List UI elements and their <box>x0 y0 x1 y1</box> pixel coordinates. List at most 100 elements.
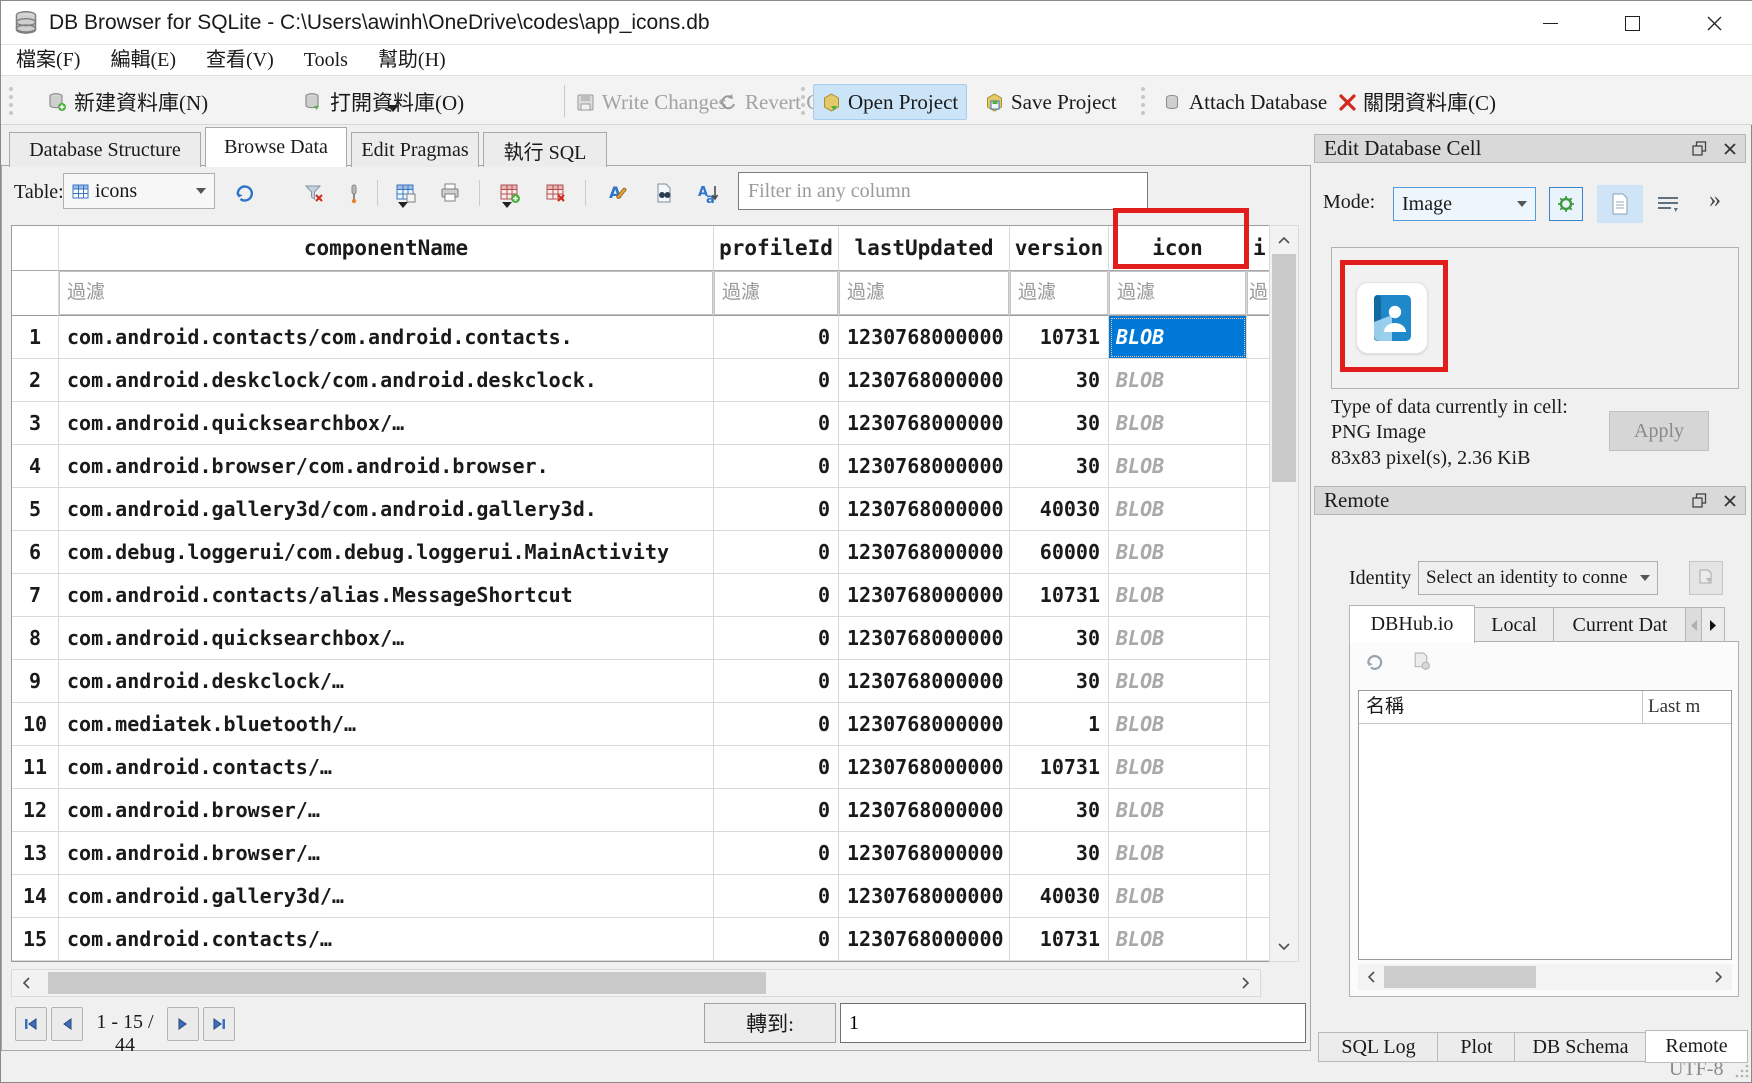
cell-componentName[interactable]: com.android.browser/… <box>59 789 714 832</box>
cell-componentName[interactable]: com.android.quicksearchbox/… <box>59 617 714 660</box>
cell-version[interactable]: 30 <box>1010 789 1109 832</box>
text-mode-button[interactable] <box>1597 185 1643 223</box>
maximize-button[interactable] <box>1601 1 1663 45</box>
toolbar-drag-handle[interactable] <box>9 87 13 115</box>
cell-lastUpdated[interactable]: 1230768000000 <box>839 660 1010 703</box>
clear-filters-button[interactable] <box>299 178 329 208</box>
cell-lastUpdated[interactable]: 1230768000000 <box>839 531 1010 574</box>
close-button[interactable] <box>1683 1 1745 45</box>
cell-lastUpdated[interactable]: 1230768000000 <box>839 746 1010 789</box>
row-number-cell[interactable]: 10 <box>12 703 59 746</box>
cell-partial[interactable] <box>1247 789 1269 832</box>
filter-cell-profileId[interactable]: 過濾 <box>714 271 839 316</box>
cell-version[interactable]: 10731 <box>1010 746 1109 789</box>
cell-lastUpdated[interactable]: 1230768000000 <box>839 918 1010 961</box>
scroll-right-arrow[interactable] <box>1234 970 1258 996</box>
cell-profileId[interactable]: 0 <box>714 402 839 445</box>
cell-icon-blob[interactable]: BLOB <box>1109 832 1247 875</box>
row-number-cell[interactable]: 15 <box>12 918 59 961</box>
cell-version[interactable]: 1 <box>1010 703 1109 746</box>
next-page-button[interactable] <box>167 1007 199 1041</box>
cell-partial[interactable] <box>1247 832 1269 875</box>
cell-icon-blob[interactable]: BLOB <box>1109 703 1247 746</box>
row-number-cell[interactable]: 11 <box>12 746 59 789</box>
scroll-up-arrow[interactable] <box>1270 228 1298 252</box>
cell-componentName[interactable]: com.android.contacts/com.android.contact… <box>59 316 714 359</box>
cell-icon-blob[interactable]: BLOB <box>1109 875 1247 918</box>
cell-profileId[interactable]: 0 <box>714 703 839 746</box>
open-database-dropdown-arrow[interactable] <box>387 112 399 130</box>
mode-combobox[interactable]: Image <box>1393 187 1536 221</box>
cell-profileId[interactable]: 0 <box>714 875 839 918</box>
close-database-button[interactable]: 關閉資料庫(C) <box>1339 87 1496 117</box>
cell-lastUpdated[interactable]: 1230768000000 <box>839 488 1010 531</box>
row-number-cell[interactable]: 13 <box>12 832 59 875</box>
remote-modified-column-header[interactable]: Last m <box>1643 691 1731 723</box>
toolbar-drag-handle[interactable] <box>1141 87 1145 115</box>
menu-edit[interactable]: 編輯(E) <box>95 45 191 76</box>
set-as-default-button[interactable] <box>1549 187 1583 221</box>
tab-database-structure[interactable]: Database Structure <box>9 132 201 167</box>
table-selector-combobox[interactable]: icons <box>63 173 215 209</box>
cell-partial[interactable] <box>1247 660 1269 703</box>
cell-componentName[interactable]: com.android.deskclock/com.android.deskcl… <box>59 359 714 402</box>
filter-cell-icon[interactable]: 過濾 <box>1109 271 1247 316</box>
cell-version[interactable]: 40030 <box>1010 488 1109 531</box>
edit-cell-font-button[interactable]: A <box>603 178 633 208</box>
remote-dock-titlebar[interactable]: Remote <box>1314 486 1746 515</box>
cell-lastUpdated[interactable]: 1230768000000 <box>839 445 1010 488</box>
cell-profileId[interactable]: 0 <box>714 746 839 789</box>
remote-tab-dbhub[interactable]: DBHub.io <box>1349 605 1475 643</box>
cell-profileId[interactable]: 0 <box>714 832 839 875</box>
cell-partial[interactable] <box>1247 445 1269 488</box>
row-number-cell[interactable]: 2 <box>12 359 59 402</box>
filter-cell-version[interactable]: 過濾 <box>1010 271 1109 316</box>
cell-profileId[interactable]: 0 <box>714 445 839 488</box>
grid-horizontal-scrollbar[interactable] <box>11 969 1261 997</box>
remote-name-column-header[interactable]: 名稱 <box>1359 691 1643 723</box>
cell-icon-blob[interactable]: BLOB <box>1109 789 1247 832</box>
open-database-button[interactable]: 打開資料庫(O) <box>303 87 464 117</box>
filter-cell-lastUpdated[interactable]: 過濾 <box>839 271 1010 316</box>
vertical-scrollbar-thumb[interactable] <box>1272 254 1296 482</box>
row-number-cell[interactable]: 12 <box>12 789 59 832</box>
cell-partial[interactable] <box>1247 402 1269 445</box>
minimize-button[interactable] <box>1519 1 1581 45</box>
cell-lastUpdated[interactable]: 1230768000000 <box>839 617 1010 660</box>
cell-lastUpdated[interactable]: 1230768000000 <box>839 832 1010 875</box>
filter-condition-button[interactable] <box>339 178 369 208</box>
cell-profileId[interactable]: 0 <box>714 488 839 531</box>
cell-componentName[interactable]: com.android.deskclock/… <box>59 660 714 703</box>
cell-partial[interactable] <box>1247 746 1269 789</box>
first-page-button[interactable] <box>15 1007 47 1041</box>
menu-view[interactable]: 查看(V) <box>191 45 289 76</box>
tab-execute-sql[interactable]: 執行 SQL <box>483 132 607 167</box>
prev-page-button[interactable] <box>51 1007 83 1041</box>
filter-any-column-input[interactable] <box>738 172 1148 210</box>
save-results-dropdown-arrow[interactable] <box>398 208 408 226</box>
scroll-left-arrow[interactable] <box>14 970 38 996</box>
cell-icon-blob[interactable]: BLOB <box>1109 918 1247 961</box>
column-header-lastUpdated[interactable]: lastUpdated <box>839 226 1010 271</box>
cell-icon-blob[interactable]: BLOB <box>1109 531 1247 574</box>
new-database-button[interactable]: 新建資料庫(N) <box>47 87 208 117</box>
cell-icon-blob[interactable]: BLOB <box>1109 445 1247 488</box>
cell-profileId[interactable]: 0 <box>714 531 839 574</box>
cell-profileId[interactable]: 0 <box>714 789 839 832</box>
find-in-cells-button[interactable] <box>649 178 679 208</box>
menu-file[interactable]: 檔案(F) <box>1 45 95 76</box>
tab-browse-data[interactable]: Browse Data <box>205 127 347 167</box>
cell-lastUpdated[interactable]: 1230768000000 <box>839 402 1010 445</box>
cell-componentName[interactable]: com.android.browser/… <box>59 832 714 875</box>
cell-lastUpdated[interactable]: 1230768000000 <box>839 789 1010 832</box>
resize-grip[interactable] <box>1735 1064 1749 1078</box>
menu-help[interactable]: 幫助(H) <box>363 45 461 76</box>
cell-icon-blob[interactable]: BLOB <box>1109 402 1247 445</box>
print-button[interactable] <box>435 178 465 208</box>
attach-database-button[interactable]: Attach Database <box>1163 87 1327 117</box>
cell-lastUpdated[interactable]: 1230768000000 <box>839 574 1010 617</box>
cell-componentName[interactable]: com.android.contacts/alias.MessageShortc… <box>59 574 714 617</box>
scroll-right-arrow[interactable] <box>1708 964 1730 990</box>
column-header-componentName[interactable]: componentName <box>59 226 714 271</box>
cell-lastUpdated[interactable]: 1230768000000 <box>839 316 1010 359</box>
